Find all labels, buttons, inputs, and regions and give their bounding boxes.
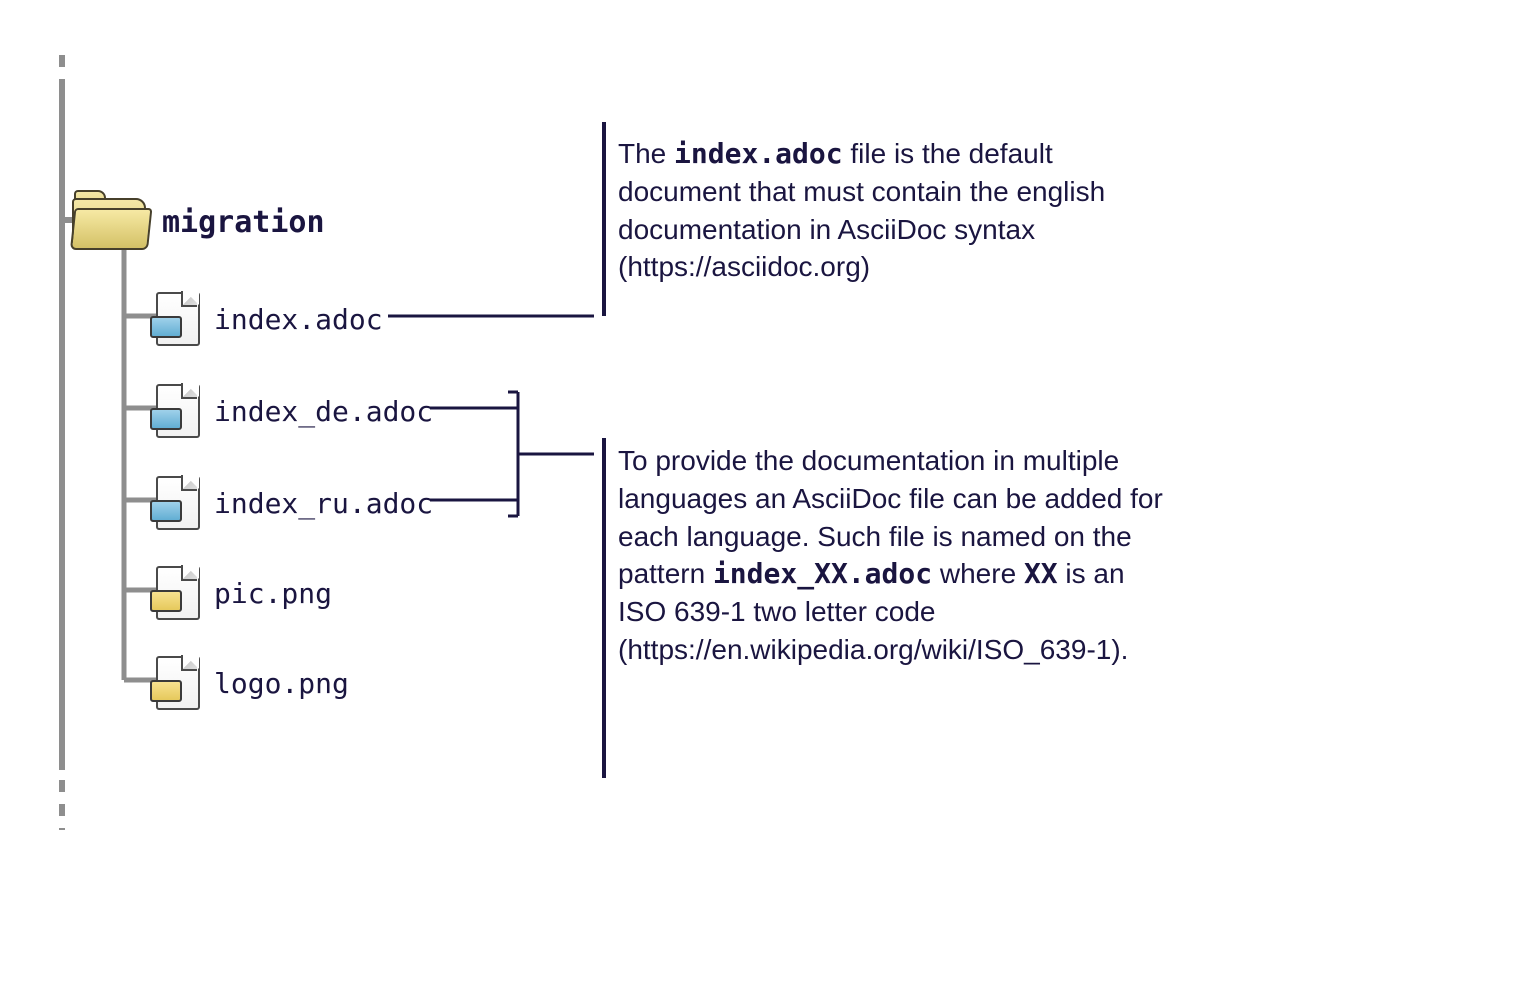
diagram-stage: migration index.adoc index_de.adoc index… xyxy=(0,0,1524,1000)
file-icon xyxy=(156,656,196,706)
file-icon xyxy=(156,476,196,526)
annot2-code2: XX xyxy=(1024,557,1058,590)
file-label-pic: pic.png xyxy=(214,577,332,610)
file-icon xyxy=(156,566,196,616)
annot2-mid: where xyxy=(932,558,1024,589)
annotation-index-xx: To provide the documentation in multiple… xyxy=(618,442,1173,669)
annotation-index-adoc: The index.adoc file is the default docum… xyxy=(618,135,1173,286)
file-icon xyxy=(156,292,196,342)
file-label-logo: logo.png xyxy=(214,667,349,700)
folder-label: migration xyxy=(162,205,325,240)
file-label-index-de: index_de.adoc xyxy=(214,395,433,428)
file-icon xyxy=(156,384,196,434)
annot2-code1: index_XX.adoc xyxy=(713,557,932,590)
annot1-pre: The xyxy=(618,138,674,169)
file-label-index: index.adoc xyxy=(214,303,383,336)
file-label-index-ru: index_ru.adoc xyxy=(214,487,433,520)
folder-icon xyxy=(72,198,142,246)
annot1-code: index.adoc xyxy=(674,137,843,170)
